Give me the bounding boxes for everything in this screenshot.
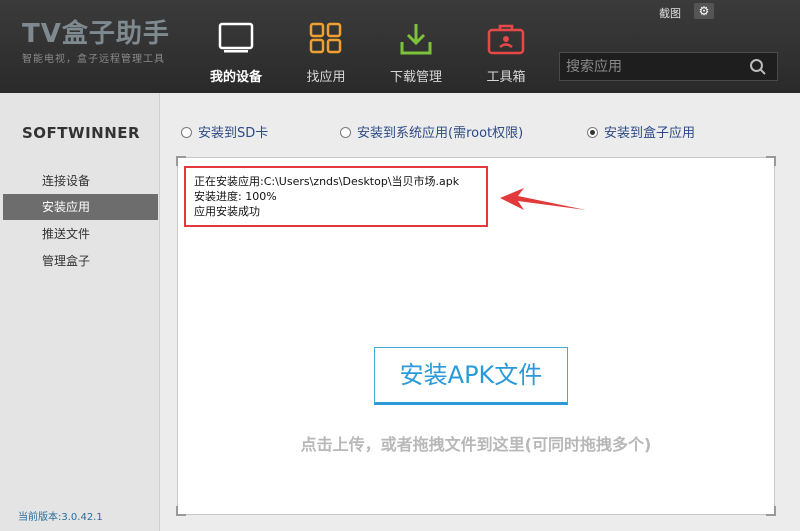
grid-icon (309, 22, 342, 54)
option-label: 安装到系统应用(需root权限) (357, 126, 524, 141)
nav-label: 下载管理 (389, 70, 442, 85)
red-arrow-icon (500, 188, 586, 210)
nav-label: 找应用 (306, 70, 346, 85)
option-label: 安装到盒子应用 (604, 126, 696, 141)
nav-label: 工具箱 (486, 70, 526, 85)
corner-mark (176, 156, 186, 166)
main-panel: 安装到SD卡 安装到系统应用(需root权限) 安装到盒子应用 正在安装应用:C… (161, 93, 800, 531)
version-label: 当前版本:3.0.42.1 (18, 512, 103, 523)
option-label: 安装到SD卡 (198, 126, 269, 141)
radio-button[interactable] (181, 127, 192, 138)
sidebar-item-push-file[interactable]: 推送文件 (3, 221, 158, 247)
option-sd-card[interactable]: 安装到SD卡 (181, 122, 268, 141)
radio-button[interactable] (340, 127, 351, 138)
gear-icon: ⚙ (698, 4, 710, 18)
nav-toolbox[interactable]: 工具箱 (462, 0, 550, 93)
corner-mark (766, 156, 776, 166)
search-icon[interactable] (749, 58, 767, 76)
corner-mark (766, 506, 776, 516)
corner-mark (176, 506, 186, 516)
log-line: 正在安装应用:C:\Users\znds\Desktop\当贝市场.apk (194, 175, 460, 188)
screenshot-button[interactable]: 截图 (659, 5, 681, 21)
install-log: 正在安装应用:C:\Users\znds\Desktop\当贝市场.apk 安装… (184, 166, 488, 227)
sidebar-item-install-app[interactable]: 安装应用 (3, 194, 158, 220)
radio-button-checked[interactable] (587, 127, 598, 138)
download-icon (400, 24, 432, 55)
sidebar-item-manage-box[interactable]: 管理盒子 (3, 248, 158, 274)
logo-title: TV盒子助手 (22, 19, 170, 49)
log-line: 应用安装成功 (194, 205, 260, 218)
option-system-app[interactable]: 安装到系统应用(需root权限) (340, 122, 523, 141)
upload-dropzone[interactable]: 正在安装应用:C:\Users\znds\Desktop\当贝市场.apk 安装… (176, 156, 776, 516)
nav-label: 我的设备 (209, 70, 262, 85)
upload-hint: 点击上传，或者拖拽文件到这里(可同时拖拽多个) (300, 435, 652, 454)
search-box (559, 52, 778, 81)
install-apk-button[interactable]: 安装APK文件 (374, 347, 568, 405)
nav-download-manager[interactable]: 下载管理 (372, 0, 460, 93)
sidebar: SOFTWINNER 连接设备 安装应用 推送文件 管理盒子 当前版本:3.0.… (0, 93, 160, 531)
settings-button[interactable]: ⚙ (694, 3, 714, 19)
sidebar-item-connect-device[interactable]: 连接设备 (3, 168, 158, 194)
nav-find-apps[interactable]: 找应用 (282, 0, 370, 93)
toolbox-icon (487, 24, 525, 55)
search-input[interactable] (566, 57, 746, 77)
top-bar: TV盒子助手 智能电视，盒子远程管理工具 我的设备 找应用 下载管理 工具箱 截… (0, 0, 800, 93)
option-box-app[interactable]: 安装到盒子应用 (587, 122, 695, 141)
device-brand: SOFTWINNER (22, 124, 141, 142)
app-logo: TV盒子助手 智能电视，盒子远程管理工具 (22, 20, 170, 65)
monitor-icon (218, 22, 254, 53)
log-line: 安装进度: 100% (194, 190, 277, 203)
logo-subtitle: 智能电视，盒子远程管理工具 (22, 54, 165, 65)
nav-my-devices[interactable]: 我的设备 (192, 0, 280, 93)
